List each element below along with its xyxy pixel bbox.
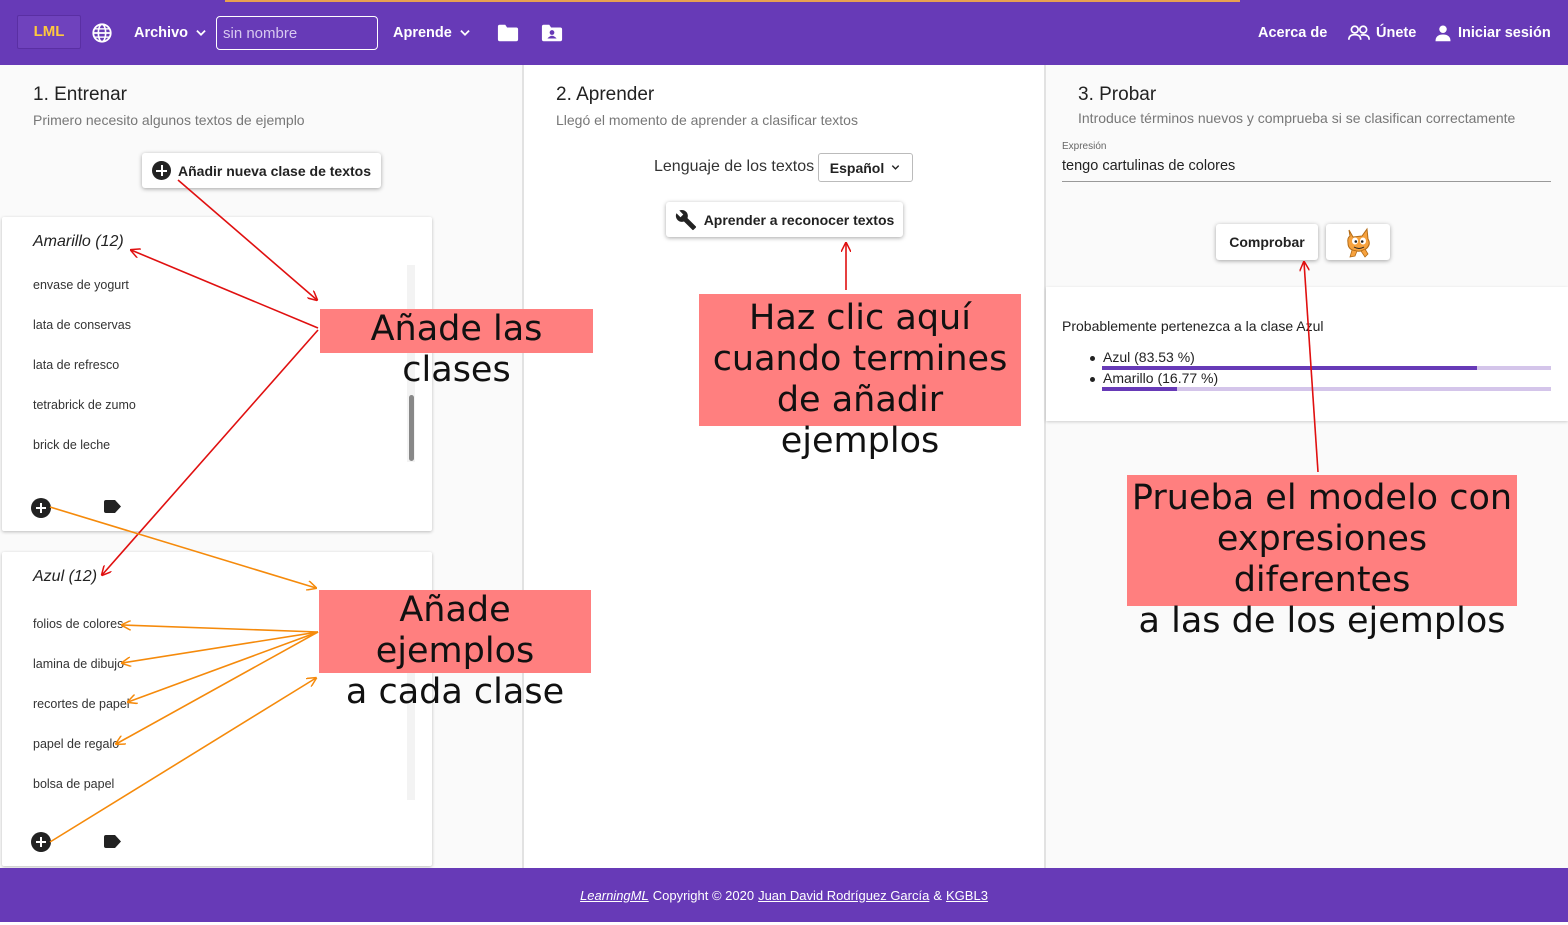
shared-folder-icon[interactable] (541, 16, 563, 50)
unete-link[interactable]: Únete (1348, 16, 1416, 50)
login-link[interactable]: Iniciar sesión (1434, 16, 1551, 50)
learn-subtitle: Llegó el momento de aprender a clasifica… (556, 112, 858, 128)
add-class-button[interactable]: Añadir nueva clase de textos (142, 153, 381, 188)
list-item[interactable]: bolsa de papel (33, 777, 114, 791)
class-title[interactable]: Azul (12) (33, 568, 97, 586)
result-label: Azul (83.53 %) (1103, 349, 1195, 365)
class-card-amarillo: Amarillo (12) envase de yogurt lata de c… (2, 217, 432, 531)
acerca-link[interactable]: Acerca de (1258, 16, 1327, 50)
login-label: Iniciar sesión (1458, 25, 1551, 41)
acerca-label: Acerca de (1258, 25, 1328, 41)
check-button-label: Comprobar (1229, 234, 1305, 250)
folder-icon[interactable] (497, 16, 519, 50)
list-item[interactable]: brick de leche (33, 438, 110, 452)
aprende-menu[interactable]: Aprende (393, 16, 472, 50)
add-example-icon[interactable] (31, 498, 51, 518)
person-icon (1435, 25, 1451, 42)
list-item[interactable]: papel de regalo (33, 737, 119, 751)
callout-click-here: Haz clic aquí cuando termines de añadir … (699, 294, 1021, 461)
probability-bar-fill (1102, 387, 1178, 391)
unete-label: Únete (1376, 25, 1417, 41)
top-accent-line (225, 0, 1240, 2)
callout-text: cuando termines (712, 338, 1008, 379)
expression-input[interactable]: tengo cartulinas de colores (1062, 158, 1551, 182)
list-item[interactable]: envase de yogurt (33, 278, 129, 292)
train-subtitle: Primero necesito algunos textos de ejemp… (33, 112, 305, 128)
people-icon (1348, 25, 1370, 40)
globe-icon[interactable] (91, 16, 113, 50)
list-item[interactable]: lata de refresco (33, 358, 119, 372)
tag-suffix: _ (120, 504, 128, 516)
callout-text: a cada clase (345, 671, 565, 712)
language-value: Español (829, 159, 885, 176)
expression-label: Expresión (1062, 141, 1107, 152)
callout-add-classes: Añade las clases (320, 309, 593, 390)
archivo-menu-label: Archivo (134, 25, 188, 41)
list-item[interactable]: lamina de dibujo (33, 657, 124, 671)
ampersand: & (933, 887, 943, 903)
chevron-down-icon (460, 30, 470, 36)
test-title: 3. Probar (1078, 84, 1157, 105)
footer: LearningML Copyright © 2020 Juan David R… (0, 868, 1568, 922)
tag-icon[interactable]: _ (104, 835, 128, 856)
add-example-icon[interactable] (31, 832, 51, 852)
result-row: Azul (83.53 %) (1090, 349, 1195, 365)
learn-button[interactable]: Aprender a reconocer textos (666, 202, 903, 237)
copyright-text: Copyright © 2020 (652, 887, 755, 903)
result-row: Amarillo (16.77 %) (1090, 370, 1218, 386)
scrollbar-thumb[interactable] (409, 395, 414, 461)
callout-text: de añadir ejemplos (776, 379, 944, 461)
result-heading: Probablemente pertenezca a la clase Azul (1062, 318, 1324, 334)
aprende-menu-label: Aprende (393, 25, 452, 41)
callout-test-model: Prueba el modelo con expresiones diferen… (1127, 475, 1517, 641)
callout-text: Prueba el modelo con (1131, 478, 1513, 518)
add-class-label: Añadir nueva clase de textos (178, 162, 371, 179)
class-title[interactable]: Amarillo (12) (33, 233, 124, 251)
callout-add-examples: Añade ejemplos a cada clase (319, 590, 591, 712)
tag-icon[interactable]: _ (104, 500, 128, 521)
callout-text: expresiones diferentes (1216, 518, 1428, 600)
check-button[interactable]: Comprobar (1216, 224, 1318, 260)
group-link[interactable]: KGBL3 (946, 888, 988, 903)
train-title: 1. Entrenar (33, 84, 127, 105)
brand-link[interactable]: LearningML (580, 888, 649, 903)
lml-logo-button[interactable]: LML (17, 15, 81, 49)
language-label: Lenguaje de los textos (654, 158, 815, 175)
scratch-button[interactable] (1326, 224, 1390, 260)
add-circle-icon (152, 161, 172, 180)
test-subtitle: Introduce términos nuevos y comprueba si… (1078, 110, 1516, 126)
learn-panel (524, 65, 1044, 868)
probability-bar (1102, 387, 1551, 391)
list-item[interactable]: tetrabrick de zumo (33, 398, 136, 412)
chevron-down-icon (892, 165, 900, 170)
test-panel (1046, 65, 1568, 868)
list-item[interactable]: recortes de papel (33, 697, 130, 711)
learn-title: 2. Aprender (556, 84, 655, 105)
callout-text: Haz clic aquí (749, 298, 971, 338)
wrench-icon (675, 209, 696, 230)
language-select[interactable]: Español (818, 153, 913, 182)
project-name-input[interactable] (216, 16, 378, 50)
scratch-cat-icon (1347, 227, 1370, 258)
callout-text: a las de los ejemplos (1138, 600, 1506, 641)
result-label: Amarillo (16.77 %) (1103, 370, 1219, 386)
top-app-bar: LML Archivo Aprende Acerca de Únete Inic… (0, 0, 1568, 65)
chevron-down-icon (196, 30, 206, 36)
list-item[interactable]: lata de conservas (33, 318, 131, 332)
learn-button-label: Aprender a reconocer textos (703, 211, 895, 228)
callout-text: Añade ejemplos (375, 590, 535, 671)
archivo-menu[interactable]: Archivo (134, 16, 208, 50)
list-item[interactable]: folios de colores (33, 617, 123, 631)
tag-suffix: _ (120, 839, 128, 851)
author-link[interactable]: Juan David Rodríguez García (758, 888, 929, 903)
